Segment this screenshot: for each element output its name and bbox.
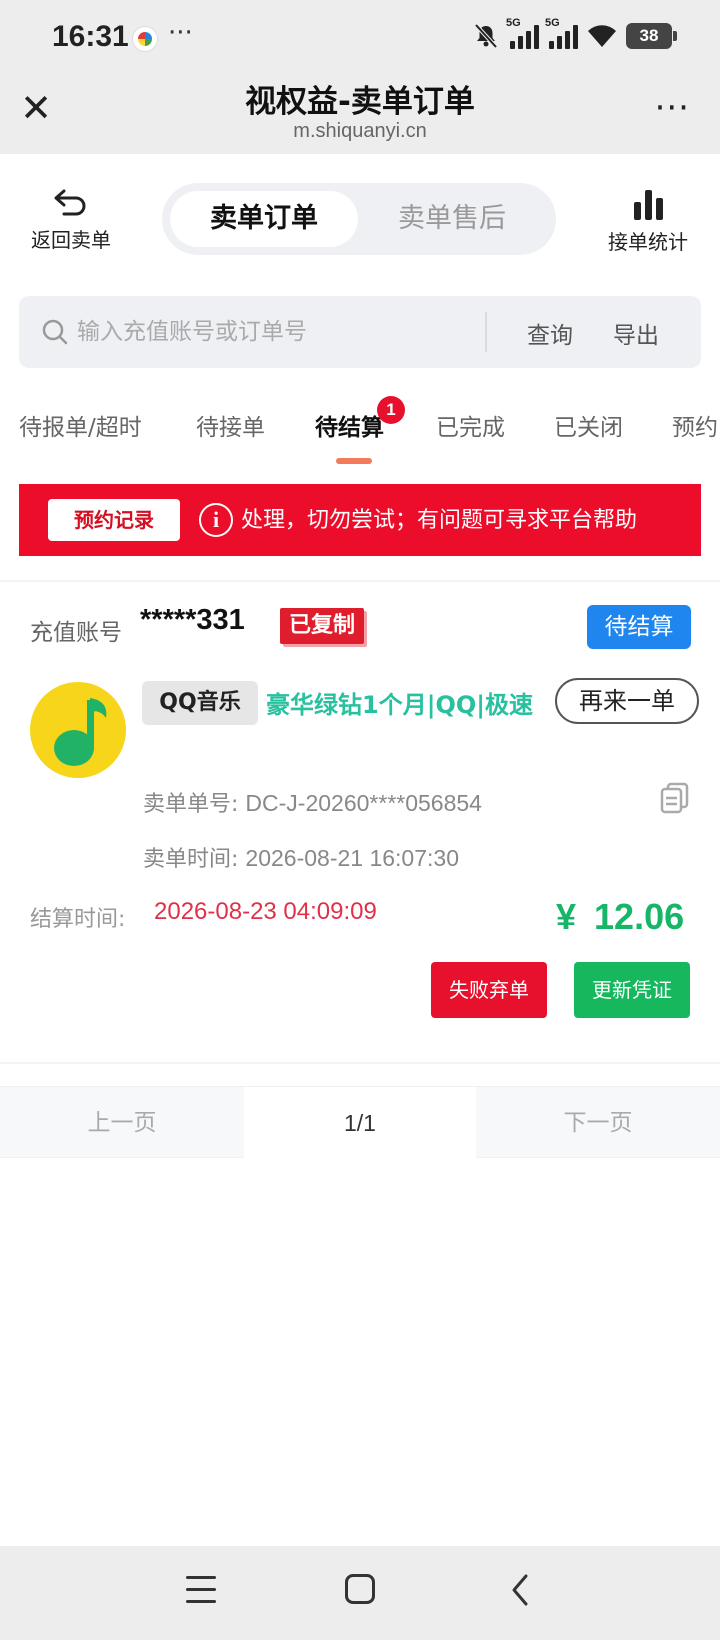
page-indicator: 1/1 (244, 1087, 476, 1159)
tab-completed[interactable]: 已完成 (436, 408, 505, 442)
export-button[interactable]: 导出 (613, 316, 659, 350)
next-page-button[interactable]: 下一页 (476, 1087, 720, 1159)
search-bar: 查询 导出 (19, 296, 701, 368)
pagination: 上一页 1/1 下一页 (0, 1086, 720, 1159)
order-stats-button[interactable]: 接单统计 (600, 188, 696, 255)
status-indicators: 5G 5G 38 (472, 17, 677, 50)
wifi-icon (588, 25, 616, 47)
tab-pending-report[interactable]: 待报单/超时 (19, 408, 142, 442)
settle-time-label: 结算时间: (30, 907, 126, 932)
more-menu-icon[interactable]: ··· (655, 88, 690, 128)
divider (0, 580, 720, 582)
account-value[interactable]: *****331 (140, 604, 245, 637)
copy-icon[interactable] (660, 782, 690, 814)
stats-label: 接单统计 (608, 230, 688, 254)
more-notifications-icon: ··· (168, 18, 193, 48)
bar-chart-icon (600, 188, 696, 220)
notice-banner: 预约记录 i 处理，切勿尝试；有问题可寻求平台帮助 (19, 484, 701, 556)
qq-music-logo (30, 682, 126, 778)
status-badge: 待结算 (587, 605, 691, 649)
return-arrow-icon (54, 189, 86, 216)
back-icon[interactable] (506, 1572, 536, 1608)
signal-2-icon: 5G (545, 17, 578, 49)
settle-time-value: 2026-08-23 04:09:09 (154, 898, 377, 925)
order-type-segmented-control: 卖单订单 卖单售后 (162, 183, 556, 255)
page-url: m.shiquanyi.cn (293, 120, 427, 142)
order-number-row: 卖单单号: DC-J-20260****056854 (143, 786, 482, 818)
query-button[interactable]: 查询 (527, 316, 573, 350)
tab-badge-count: 1 (377, 396, 405, 424)
tab-reserved[interactable]: 预约 (672, 408, 718, 442)
order-number-value: DC-J-20260****056854 (245, 790, 482, 816)
update-voucher-button[interactable]: 更新凭证 (574, 962, 690, 1018)
info-icon: i (199, 503, 233, 537)
abandon-order-button[interactable]: 失败弃单 (431, 962, 547, 1018)
recent-apps-icon[interactable] (186, 1576, 216, 1606)
tab-pending-settle[interactable]: 待结算 (315, 408, 384, 442)
price-value: 12.06 (594, 896, 685, 937)
tab-closed[interactable]: 已关闭 (554, 408, 623, 442)
status-bar: 16:31 ··· 5G 5G 38 (0, 0, 720, 76)
order-price: ¥12.06 (556, 896, 684, 938)
tab-pending-accept[interactable]: 待接单 (196, 408, 265, 442)
back-to-sell-button[interactable]: 返回卖单 (28, 188, 114, 253)
tab-sell-orders[interactable]: 卖单订单 (170, 191, 358, 247)
system-nav-bar (0, 1546, 720, 1640)
title-bar: ✕ 视权益-卖单订单 m.shiquanyi.cn ··· (0, 76, 720, 154)
active-tab-indicator (336, 458, 372, 464)
home-icon[interactable] (345, 1574, 375, 1604)
music-note-icon (54, 698, 107, 766)
order-time-value: 2026-08-21 16:07:30 (245, 845, 459, 871)
search-divider (485, 312, 487, 352)
currency-symbol: ¥ (556, 896, 577, 937)
order-time-row: 卖单时间: 2026-08-21 16:07:30 (143, 841, 459, 873)
notice-text: 处理，切勿尝试；有问题可寻求平台帮助 (241, 508, 638, 533)
status-tabs: 待报单/超时 待接单 待结算 1 已完成 已关闭 预约 (0, 396, 720, 466)
reorder-button[interactable]: 再来一单 (555, 678, 699, 724)
prev-page-button[interactable]: 上一页 (0, 1087, 244, 1159)
search-icon (42, 319, 68, 345)
battery-icon: 38 (626, 23, 677, 49)
back-label: 返回卖单 (31, 228, 111, 252)
reservation-records-button[interactable]: 预约记录 (48, 499, 180, 541)
order-number-label: 卖单单号: (143, 792, 239, 817)
order-time-label: 卖单时间: (143, 847, 239, 872)
signal-1-icon: 5G (506, 17, 539, 49)
tab-after-sales[interactable]: 卖单售后 (358, 191, 546, 247)
search-input[interactable] (77, 296, 477, 368)
copied-badge: 已复制 (280, 608, 364, 644)
platform-tag: QQ音乐 (142, 681, 258, 725)
mute-bell-icon (474, 23, 498, 49)
account-label: 充值账号 (30, 620, 122, 646)
status-time: 16:31 (52, 20, 129, 53)
divider (0, 1062, 720, 1064)
page-title: 视权益-卖单订单 (245, 84, 475, 120)
app-notification-icon (132, 26, 158, 52)
